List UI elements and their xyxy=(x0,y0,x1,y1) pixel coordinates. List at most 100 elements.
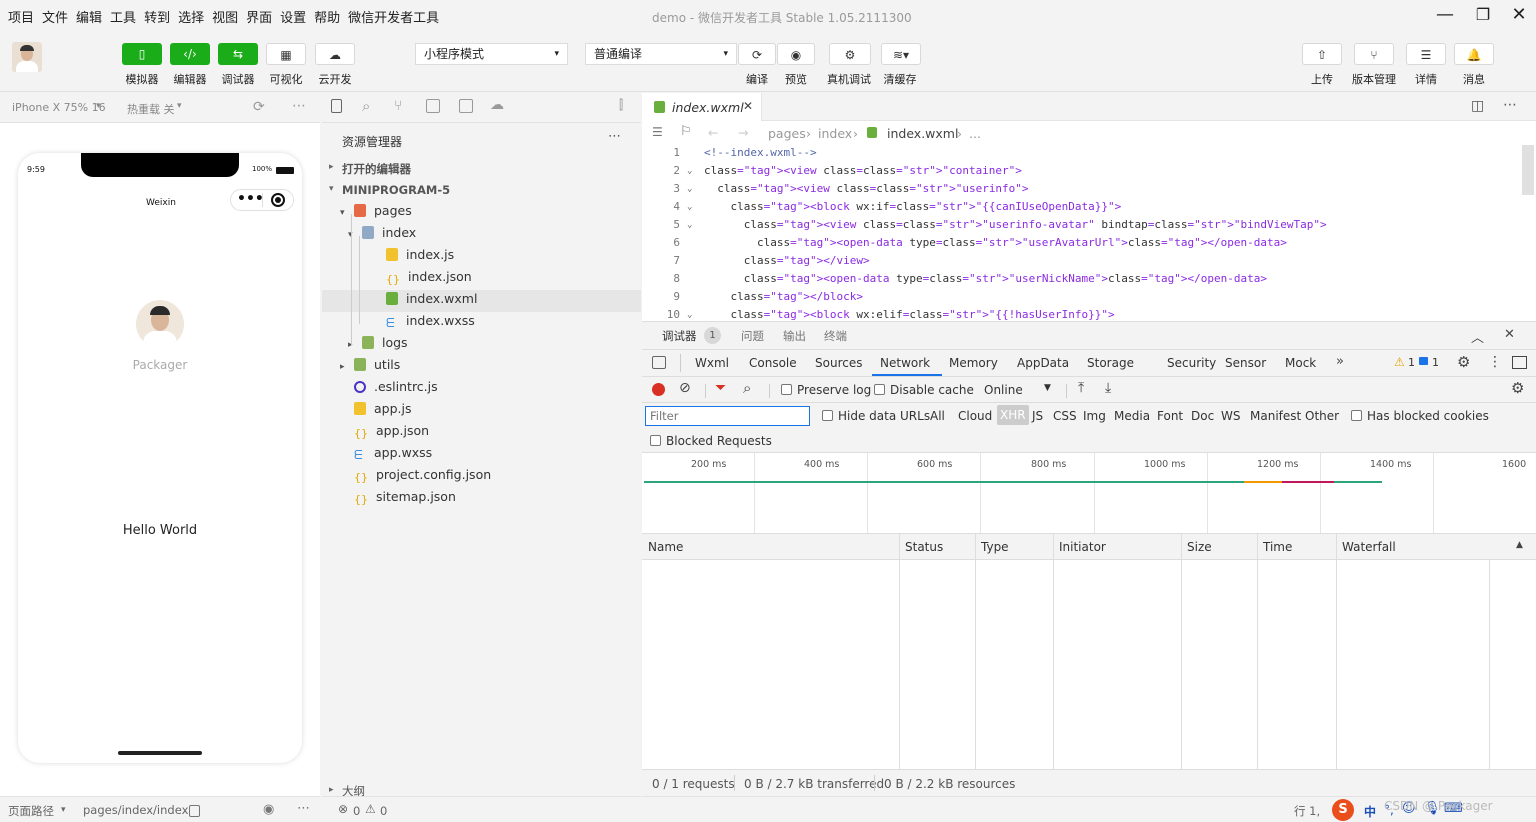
column-status[interactable]: Status xyxy=(905,540,943,554)
code-line[interactable]: 9 class="tag"></block> xyxy=(642,288,1522,306)
crumb-file[interactable]: index.wxml xyxy=(887,126,958,141)
code-line[interactable]: 2 ⌄ class="tag"><view class=class="str">"c… xyxy=(642,162,1522,180)
type-filter-img[interactable]: Img xyxy=(1083,409,1106,423)
close-button[interactable]: ✕ xyxy=(1504,4,1534,28)
tab-output[interactable]: 输出 xyxy=(783,328,806,344)
menu-item[interactable]: 项目 xyxy=(8,7,34,26)
maximize-button[interactable]: ❐ xyxy=(1468,4,1498,28)
kebab-icon[interactable]: ⋮ xyxy=(1488,354,1502,370)
copy-icon[interactable] xyxy=(189,805,200,817)
type-filter-xhr[interactable]: XHR xyxy=(997,405,1029,425)
list-icon[interactable]: ☰ xyxy=(652,125,663,139)
tab-memory[interactable]: Memory xyxy=(949,356,998,370)
tree-item[interactable]: ᗴ index.wxss xyxy=(372,313,475,330)
toolbar-button-mid-3[interactable]: ≋▾ xyxy=(881,43,921,65)
warning-count[interactable]: 0 xyxy=(380,804,387,818)
filter-input[interactable] xyxy=(645,406,810,426)
toolbar-button-right-0[interactable]: ⇧ xyxy=(1302,43,1342,65)
blocked-requests-checkbox[interactable]: Blocked Requests xyxy=(650,434,772,448)
hide-data-urls-checkbox[interactable]: Hide data URLs xyxy=(822,409,930,423)
tree-item[interactable]: index.js xyxy=(372,247,454,262)
tab-storage[interactable]: Storage xyxy=(1087,356,1134,370)
network-settings-icon[interactable]: ⚙ xyxy=(1511,379,1524,397)
type-filter-ws[interactable]: WS xyxy=(1221,409,1240,423)
user-avatar[interactable] xyxy=(136,300,184,348)
tab-debugger[interactable]: 调试器 xyxy=(662,328,697,344)
error-count[interactable]: 0 xyxy=(353,804,360,818)
bookmark-icon[interactable]: ⚐ xyxy=(680,124,692,139)
debug-panel-icon[interactable] xyxy=(459,99,473,113)
export-har-icon[interactable]: ⤓ xyxy=(1105,380,1111,396)
toolbar-button-right-1[interactable]: ⑂ xyxy=(1354,43,1394,65)
more-icon[interactable]: ⋯ xyxy=(608,129,621,144)
search-icon[interactable]: ⌕ xyxy=(362,97,370,115)
tab-sources[interactable]: Sources xyxy=(815,356,862,370)
fold-icon[interactable]: ⌄ xyxy=(687,162,692,180)
tree-item[interactable]: .eslintrc.js xyxy=(340,379,438,394)
record-icon[interactable] xyxy=(652,383,665,396)
fold-icon[interactable]: ⌄ xyxy=(687,198,692,216)
code-line[interactable]: 6 class="tag"><open-data type=class="str… xyxy=(642,234,1522,252)
column-size[interactable]: Size xyxy=(1187,540,1212,554)
toolbar-button-mid-2[interactable]: ⚙ xyxy=(829,43,871,65)
column-initiator[interactable]: Initiator xyxy=(1059,540,1106,554)
inspect-icon[interactable] xyxy=(652,356,666,369)
tab-security[interactable]: Security xyxy=(1167,356,1216,370)
menu-item[interactable]: 工具 xyxy=(110,7,136,26)
tab-problems[interactable]: 问题 xyxy=(741,328,764,344)
more-icon[interactable]: ••• xyxy=(237,191,264,207)
rotate-icon[interactable]: ⟳ xyxy=(253,99,265,115)
type-filter-all[interactable]: All xyxy=(930,409,945,423)
tab-console[interactable]: Console xyxy=(749,356,797,370)
tab-appdata[interactable]: AppData xyxy=(1017,356,1069,370)
tab-network[interactable]: Network xyxy=(880,356,930,370)
close-icon[interactable]: ✕ xyxy=(743,99,753,113)
tree-item[interactable]: {} app.json xyxy=(340,423,429,440)
type-filter-css[interactable]: CSS xyxy=(1053,409,1077,423)
open-editors-section[interactable]: 打开的编辑器 xyxy=(342,161,411,177)
tree-item[interactable]: {} project.config.json xyxy=(340,467,491,484)
warning-count[interactable]: 1 xyxy=(1408,356,1415,369)
menu-item[interactable]: 文件 xyxy=(42,7,68,26)
ime-logo[interactable]: S xyxy=(1332,799,1354,821)
editor-scrollbar[interactable] xyxy=(1522,145,1534,195)
mode-select[interactable]: 小程序模式 ▾ xyxy=(415,43,568,65)
code-line[interactable]: 4 ⌄ class="tag"><block wx:if=class="str">… xyxy=(642,198,1522,216)
toolbar-button-3[interactable]: ▦ xyxy=(266,43,306,65)
type-filter-media[interactable]: Media xyxy=(1114,409,1150,423)
split-icon[interactable]: ⫿ xyxy=(619,98,623,113)
code-line[interactable]: 5 ⌄ class="tag"><view class=class="str">"… xyxy=(642,216,1522,234)
dock-icon[interactable] xyxy=(1512,356,1527,369)
split-editor-icon[interactable]: ◫ xyxy=(1471,98,1484,114)
more-icon[interactable]: ⋯ xyxy=(292,98,306,114)
toolbar-button-1[interactable]: ‹/› xyxy=(170,43,210,65)
info-count[interactable]: 1 xyxy=(1432,356,1439,369)
preserve-log-checkbox[interactable]: Preserve log xyxy=(781,383,871,397)
fold-icon[interactable]: ⌄ xyxy=(687,180,692,198)
code-line[interactable]: 3 ⌄ class="tag"><view class=class="str">"… xyxy=(642,180,1522,198)
compile-select[interactable]: 普通编译 ▾ xyxy=(585,43,737,65)
menu-item[interactable]: 选择 xyxy=(178,7,204,26)
code-line[interactable]: 7 class="tag"></view> xyxy=(642,252,1522,270)
menu-item[interactable]: 帮助 xyxy=(314,7,340,26)
menu-item[interactable]: 微信开发者工具 xyxy=(348,7,439,26)
toolbar-button-0[interactable]: ▯ xyxy=(122,43,162,65)
crumb-more[interactable]: ... xyxy=(969,126,981,141)
ime-lang-icon[interactable]: 中 xyxy=(1364,803,1376,820)
menu-item[interactable]: 设置 xyxy=(280,7,306,26)
type-filter-cloud[interactable]: Cloud xyxy=(958,409,992,423)
toolbar-button-4[interactable]: ☁ xyxy=(315,43,355,65)
toolbar-button-right-2[interactable]: ☰ xyxy=(1406,43,1446,65)
more-tabs-icon[interactable]: » xyxy=(1336,354,1344,369)
column-time[interactable]: Time xyxy=(1263,540,1292,554)
column-waterfall[interactable]: Waterfall xyxy=(1342,540,1396,554)
search-icon[interactable]: ⌕ xyxy=(743,379,751,397)
tab-mock[interactable]: Mock xyxy=(1285,356,1316,370)
project-section[interactable]: MINIPROGRAM-5 xyxy=(342,183,450,197)
files-icon[interactable] xyxy=(331,99,342,113)
menu-item[interactable]: 视图 xyxy=(212,7,238,26)
tree-item[interactable]: ▸ utils xyxy=(340,357,400,372)
type-filter-font[interactable]: Font xyxy=(1157,409,1183,423)
tree-item[interactable]: ▸logs xyxy=(348,335,408,350)
tree-item[interactable]: {} sitemap.json xyxy=(340,489,456,506)
